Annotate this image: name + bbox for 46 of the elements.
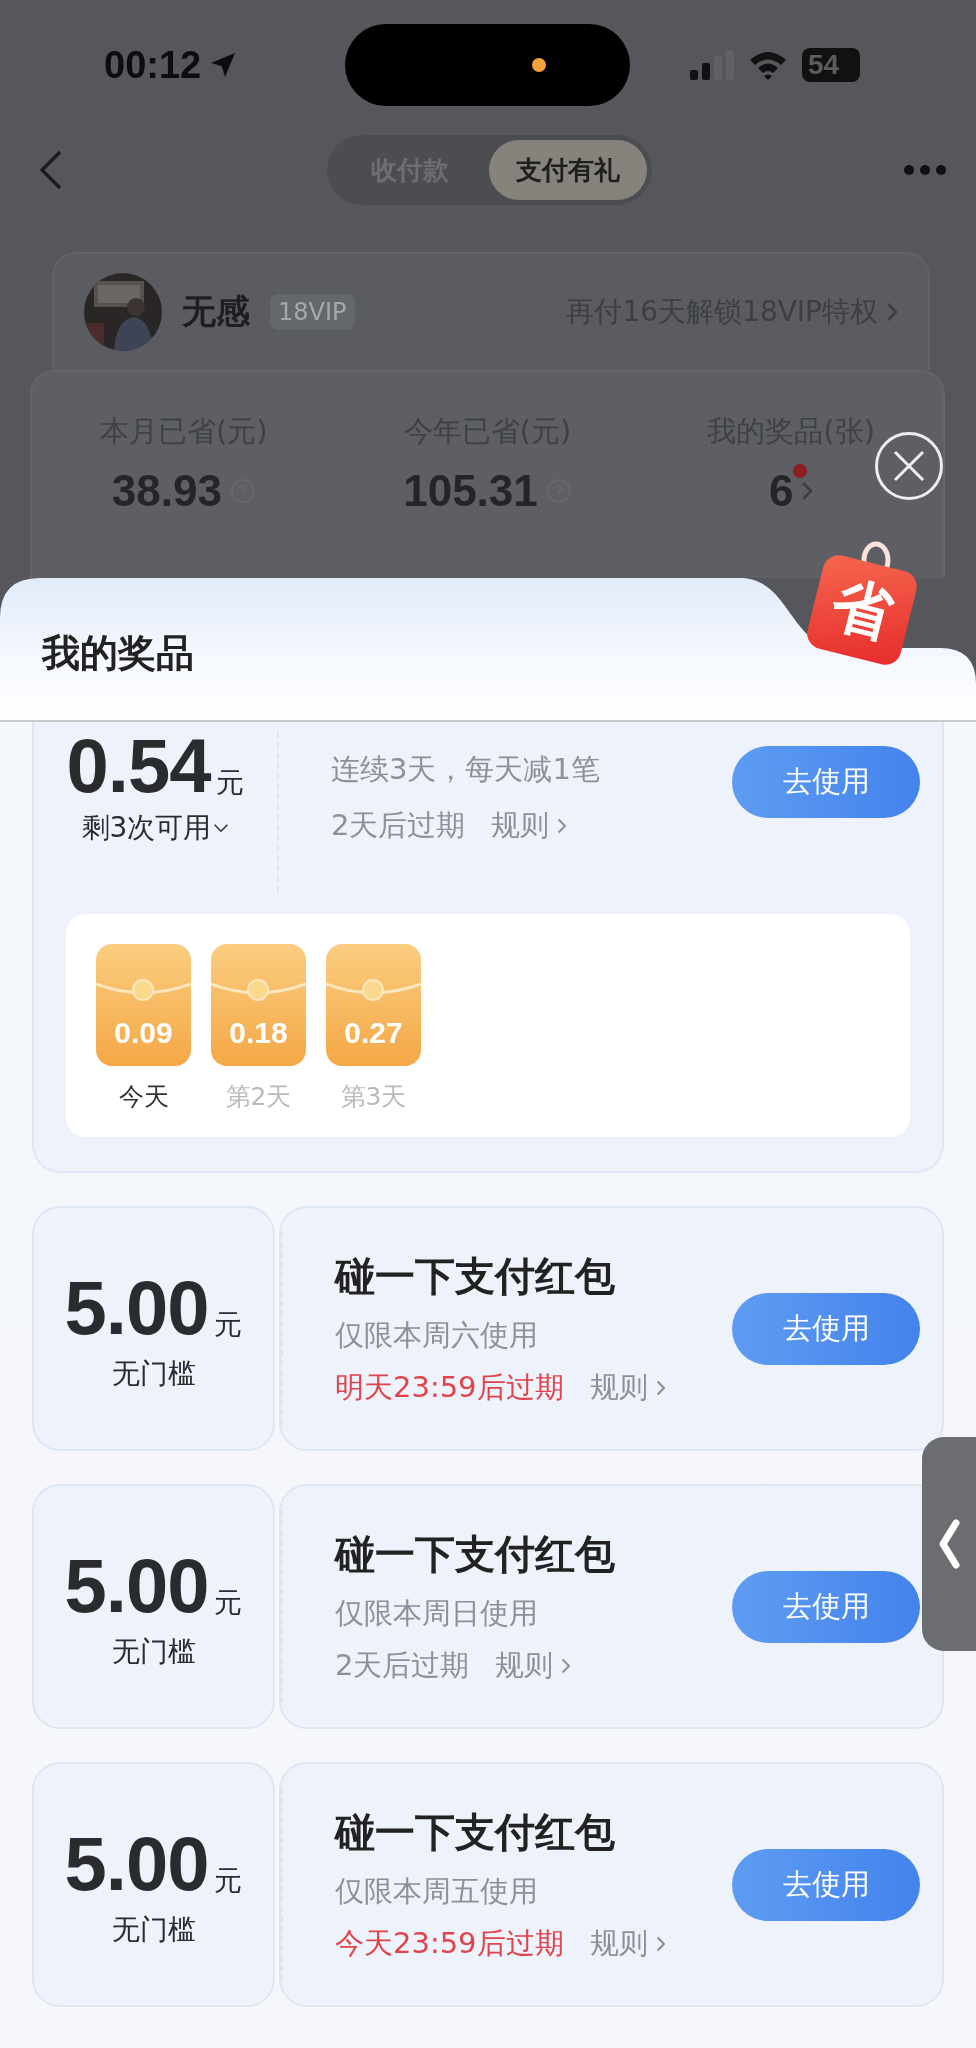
envelope-packet: 0.18 (211, 944, 306, 1066)
envelope-packet: 0.27 (326, 944, 421, 1066)
expiry-date: 2天后过期 (335, 1647, 470, 1684)
stat-value: 38.93 (111, 466, 222, 516)
vip-badge: 18VIP (270, 294, 355, 330)
remaining-uses[interactable]: 剩3次可用 (81, 809, 230, 847)
coupon-condition: 无门槛 (111, 1356, 196, 1392)
coupon-amount: 0.54 (66, 722, 211, 809)
use-button[interactable]: 去使用 (732, 1570, 920, 1643)
use-button[interactable]: 去使用 (732, 746, 920, 818)
coupon-description: 连续3天，每天减1笔 (331, 751, 601, 788)
stat-value: 105.31 (403, 466, 538, 516)
envelope-packet: 0.09 (96, 944, 191, 1066)
expiry-date: 2天后过期 (331, 807, 466, 844)
battery-level: 54 (802, 48, 860, 82)
coupon-description: 仅限本周五使用 (335, 1873, 539, 1910)
use-button[interactable]: 去使用 (732, 1292, 920, 1365)
coupon-title: 碰一下支付红包 (335, 1530, 616, 1579)
tab[interactable]: 支付有礼 (489, 140, 647, 200)
rules-link[interactable]: 规则 (589, 1924, 666, 1964)
coupon-condition: 无门槛 (111, 1634, 196, 1670)
stat-value: 6 (768, 466, 794, 516)
coupon-amount: 5.00 (64, 1264, 209, 1351)
coupon-title: 碰一下支付红包 (335, 1252, 616, 1301)
sheet-title: 我的奖品 (42, 630, 194, 677)
currency-unit: 元 (214, 1307, 243, 1343)
coupon-description: 仅限本周日使用 (335, 1595, 539, 1632)
rules-link[interactable]: 规则 (495, 1646, 572, 1686)
day-label: 今天 (118, 1081, 169, 1113)
coupon-amount: 5.00 (64, 1820, 209, 1907)
status-time: 00:12 (104, 43, 202, 87)
coupon-description: 仅限本周六使用 (335, 1317, 539, 1354)
currency-unit: 元 (214, 1585, 243, 1621)
rules-link[interactable]: 规则 (589, 1368, 666, 1408)
coupon-condition: 无门槛 (111, 1912, 196, 1948)
expiry-date: 今天23:59后过期 (335, 1925, 564, 1962)
expiry-date: 明天23:59后过期 (335, 1369, 564, 1406)
coupon-amount: 5.00 (64, 1542, 209, 1629)
coupon-title: 碰一下支付红包 (335, 1808, 616, 1857)
user-name: 无感 (182, 290, 250, 333)
day-label: 第3天 (340, 1081, 407, 1113)
day-label: 第2天 (225, 1081, 292, 1113)
use-button[interactable]: 去使用 (732, 1848, 920, 1921)
rules-link[interactable]: 规则 (491, 806, 568, 846)
currency-unit: 元 (214, 1863, 243, 1899)
currency-unit: 元 (216, 765, 245, 801)
